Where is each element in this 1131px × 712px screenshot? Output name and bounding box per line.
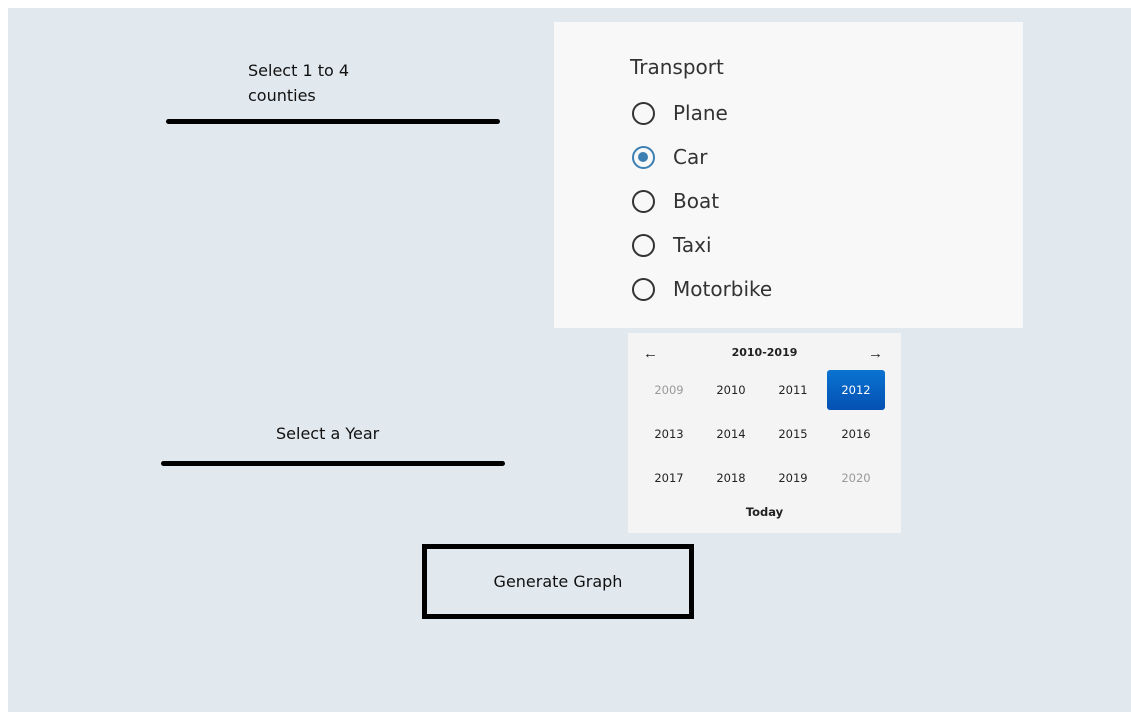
radio-option-car[interactable]: Car (632, 142, 707, 172)
radio-button-icon[interactable] (632, 233, 655, 257)
generate-graph-label: Generate Graph (493, 572, 623, 591)
radio-label: Car (673, 145, 708, 169)
year-cell-2017[interactable]: 2017 (640, 458, 698, 498)
year-cell-2019[interactable]: 2019 (764, 458, 822, 498)
counties-label-line2: counties (248, 86, 316, 105)
radio-button-icon[interactable] (632, 189, 655, 213)
generate-graph-button[interactable]: Generate Graph (422, 544, 694, 619)
decade-label: 2010-2019 (731, 346, 798, 359)
radio-button-checked-icon[interactable] (632, 145, 655, 169)
year-cell-2020[interactable]: 2020 (827, 458, 885, 498)
year-cell-2015[interactable]: 2015 (764, 414, 822, 454)
today-button[interactable]: Today (628, 505, 901, 519)
counties-select-line[interactable] (166, 119, 500, 124)
radio-option-taxi[interactable]: Taxi (632, 230, 712, 260)
year-cell-2013[interactable]: 2013 (640, 414, 698, 454)
radio-label: Motorbike (673, 277, 773, 301)
radio-button-icon[interactable] (632, 277, 655, 301)
year-cell-2011[interactable]: 2011 (764, 370, 822, 410)
year-cell-2009[interactable]: 2009 (640, 370, 698, 410)
radio-label: Taxi (673, 233, 712, 257)
year-label: Select a Year (276, 424, 380, 443)
counties-label-line1: Select 1 to 4 (248, 61, 350, 80)
counties-label: Select 1 to 4 counties (248, 58, 349, 108)
arrow-right-icon[interactable]: → (868, 345, 883, 363)
year-picker: ← 2010-2019 → 2009 2010 2011 2012 2013 2… (628, 333, 901, 533)
radio-option-plane[interactable]: Plane (632, 98, 728, 128)
year-cell-2010[interactable]: 2010 (702, 370, 760, 410)
page-canvas: Select 1 to 4 counties Transport Plane C… (8, 8, 1131, 712)
transport-title: Transport (630, 55, 724, 79)
year-cell-2014[interactable]: 2014 (702, 414, 760, 454)
year-select-line[interactable] (161, 461, 505, 466)
radio-button-icon[interactable] (632, 101, 655, 125)
radio-label: Boat (673, 189, 720, 213)
year-cell-2012[interactable]: 2012 (827, 370, 885, 410)
year-cell-2016[interactable]: 2016 (827, 414, 885, 454)
transport-radio-group: Transport Plane Car Boat Taxi Motorbike (554, 22, 1023, 328)
radio-label: Plane (673, 101, 728, 125)
radio-option-boat[interactable]: Boat (632, 186, 719, 216)
year-cell-2018[interactable]: 2018 (702, 458, 760, 498)
radio-option-motorbike[interactable]: Motorbike (632, 274, 772, 304)
